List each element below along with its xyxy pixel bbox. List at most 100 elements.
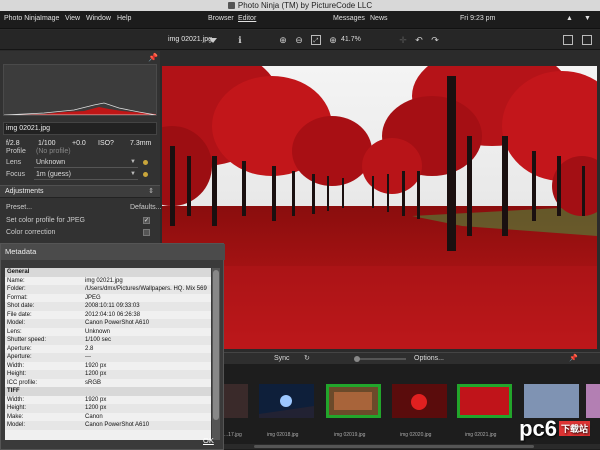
expand-icon: ⇕ (148, 188, 154, 195)
metadata-title: Metadata (1, 244, 225, 260)
thumbnail[interactable] (326, 384, 381, 418)
chevron-down-icon: ▼ (130, 171, 136, 177)
watermark-badge: 下载站 (558, 421, 590, 436)
metadata-scrollbar[interactable] (212, 268, 220, 440)
profile-label: Profile (6, 148, 26, 155)
set-profile-checkbox[interactable]: ✓ (143, 217, 150, 224)
metadata-row: Height: 1200 px (5, 404, 211, 413)
focus-select[interactable]: 1m (guess) ▼ (34, 170, 138, 180)
thumbnail[interactable] (586, 384, 600, 418)
file-selector[interactable]: img 02021.jpg (168, 36, 212, 43)
editor-toolbar: img 02021.jpg ℹ ⊕ ⊖ ⤢ ⊕ 41.7% ✛ ↶ ↷ (0, 30, 600, 50)
image-name-field: img 02021.jpg (3, 122, 157, 135)
thumbnail-label: img 02021.jpg (465, 432, 497, 438)
menu-photo-ninja[interactable]: Photo Ninja (4, 15, 40, 22)
exif-focal: 7.3mm (130, 140, 152, 147)
messages-link[interactable]: Messages (333, 15, 365, 22)
color-correction-label: Color correction (6, 229, 56, 236)
thumbnail[interactable] (224, 384, 248, 418)
metadata-row: Shutter speed: 1/100 sec (5, 336, 211, 345)
thumbnail[interactable] (259, 384, 314, 418)
thumbnail-selected[interactable] (457, 384, 512, 418)
metadata-row: Width: 1920 px (5, 396, 211, 405)
metadata-key: Name: (7, 277, 25, 284)
zoom-out-icon[interactable]: ⊖ (294, 35, 304, 45)
metadata-key: Make: (7, 413, 24, 420)
metadata-row: Folder: /Users/dmx/Pictures/Wallpapers. H… (5, 285, 211, 294)
metadata-key: ICC profile: (7, 379, 38, 386)
collapse-up-icon[interactable]: ▲ (566, 15, 573, 22)
pin-icon[interactable]: 📌 (569, 354, 578, 362)
move-icon[interactable]: ✛ (398, 35, 408, 45)
exif-shutter: 1/100 (38, 140, 56, 147)
metadata-value: Canon PowerShot A610 (85, 422, 150, 428)
metadata-value: Canon (85, 413, 103, 420)
menu-image[interactable]: Image (40, 15, 59, 22)
lens-select[interactable]: Unknown ▼ (34, 158, 138, 168)
pin-icon[interactable]: 📌 (148, 53, 158, 62)
metadata-value: --- (85, 354, 91, 360)
metadata-value: img 02021.jpg (85, 277, 123, 284)
metadata-group-header: TIFF (5, 387, 211, 396)
metadata-value: 2.8 (85, 345, 94, 352)
metadata-value: 1920 px (85, 362, 107, 369)
rotate-left-icon[interactable]: ↶ (414, 35, 424, 45)
metadata-key: Shutter speed: (7, 337, 47, 343)
metadata-key: Folder: (7, 286, 26, 292)
news-link[interactable]: News (370, 15, 388, 22)
main-photo-canvas[interactable] (162, 66, 597, 349)
panel-toggle-icon[interactable] (582, 35, 592, 45)
metadata-row: Aperture: 2.8 (5, 345, 211, 354)
thumbnail-label: img 02020.jpg (400, 432, 432, 438)
zoom-in-icon[interactable]: ⊕ (278, 35, 288, 45)
preset-button[interactable]: Preset... (6, 204, 32, 211)
metadata-value: Canon PowerShot A610 (85, 320, 150, 326)
chevron-down-icon: ▼ (130, 159, 136, 165)
thumbnail-size-slider[interactable] (354, 356, 406, 362)
sync-button[interactable]: Sync (274, 355, 290, 362)
menu-help[interactable]: Help (117, 15, 131, 22)
defaults-button[interactable]: Defaults... (130, 204, 162, 211)
histogram-graph (3, 102, 157, 116)
info-icon[interactable]: ℹ (235, 35, 245, 45)
metadata-key: Lens: (7, 328, 22, 335)
metadata-key: Width: (7, 362, 25, 369)
adjustments-header[interactable]: Adjustments ⇕ (0, 185, 160, 198)
rotate-right-icon[interactable]: ↷ (430, 35, 440, 45)
ok-button[interactable]: OK (203, 436, 214, 445)
focus-status-dot (143, 172, 148, 177)
app-icon (227, 2, 235, 9)
layout-grid-icon[interactable] (563, 35, 573, 45)
watermark-text: pc6 (519, 416, 557, 441)
menu-view[interactable]: View (65, 15, 80, 22)
metadata-value: 2008:10:11 09:33:03 (85, 303, 140, 309)
metadata-row: Model: Canon PowerShot A610 (5, 319, 211, 328)
thumbnail-label: ...17.jpg (224, 432, 242, 438)
adjustments-label: Adjustments (5, 188, 44, 195)
metadata-row: Width: 1920 px (5, 362, 211, 371)
metadata-row: ICC profile: sRGB (5, 379, 211, 388)
mode-browser[interactable]: Browser (208, 15, 234, 22)
thumbnail[interactable] (524, 384, 579, 418)
metadata-key: Model: (7, 320, 26, 326)
options-button[interactable]: Options... (414, 355, 444, 362)
metadata-row: Make: Canon (5, 413, 211, 422)
filmstrip-scrollbar[interactable] (224, 444, 600, 449)
color-correction-checkbox[interactable] (143, 229, 150, 236)
mode-editor[interactable]: Editor (238, 15, 256, 22)
window-title: Photo Ninja (TM) by PictureCode LLC (237, 1, 373, 10)
fit-screen-icon[interactable]: ⤢ (311, 35, 321, 45)
metadata-key: TIFF (7, 388, 20, 394)
chevron-down-icon[interactable] (209, 38, 217, 43)
menu-window[interactable]: Window (86, 15, 111, 22)
thumbnail[interactable] (392, 384, 447, 418)
metadata-key: File date: (7, 311, 32, 318)
metadata-row: Shot date: 2008:10:11 09:33:03 (5, 302, 211, 311)
refresh-icon[interactable]: ↻ (304, 354, 310, 362)
zoom-actual-icon[interactable]: ⊕ (328, 35, 338, 45)
metadata-key: Height: (7, 405, 27, 411)
histogram (3, 64, 157, 116)
collapse-down-icon[interactable]: ▼ (584, 15, 591, 22)
metadata-row: Height: 1200 px (5, 370, 211, 379)
window-title-bar: Photo Ninja (TM) by PictureCode LLC (0, 0, 600, 11)
